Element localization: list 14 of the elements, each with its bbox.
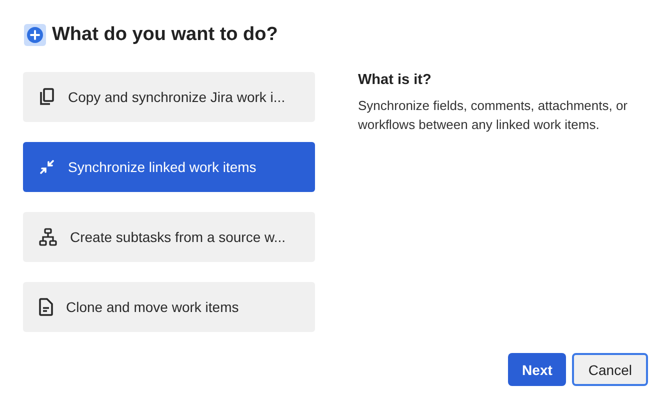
- option-button[interactable]: Synchronize linked work items: [23, 142, 315, 192]
- info-description: Synchronize fields, comments, attachments, or workflows between any linked work items.: [358, 97, 629, 134]
- next-button[interactable]: Next: [508, 353, 566, 386]
- option-button[interactable]: Clone and move work items: [23, 282, 315, 332]
- shrink-arrows-icon: [39, 159, 55, 175]
- option-button[interactable]: Create subtasks from a source w...: [23, 212, 315, 262]
- info-title: What is it?: [358, 72, 432, 88]
- option-button[interactable]: Copy and synchronize Jira work i...: [23, 72, 315, 122]
- cancel-button[interactable]: Cancel: [572, 353, 648, 386]
- plus-icon: [24, 24, 46, 46]
- hierarchy-icon: [39, 228, 57, 246]
- dialog-title: What do you want to do?: [52, 24, 278, 46]
- document-icon: [39, 298, 53, 316]
- copy-icon: [39, 88, 55, 106]
